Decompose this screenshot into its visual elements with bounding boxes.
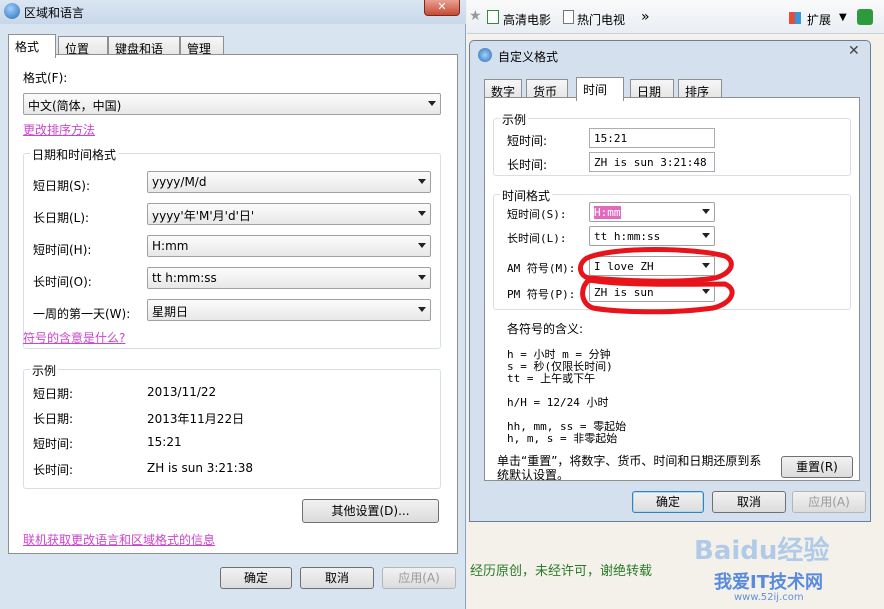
short-date-label: 短日期(S): bbox=[33, 179, 91, 193]
window-title: 区域和语言 bbox=[24, 6, 85, 20]
watermark: Baidu经验 我爱IT技术网 www.52ij.com bbox=[676, 530, 876, 606]
long-time-select[interactable]: tt h:mm:ss bbox=[147, 267, 431, 289]
long-time-label: 长时间(O): bbox=[33, 275, 92, 289]
example-long-time-label: 长时间: bbox=[33, 463, 74, 477]
close-button[interactable]: ✕ bbox=[424, 0, 460, 16]
example-long-time-box: ZH is sun 3:21:48 bbox=[589, 152, 715, 172]
apply-button[interactable]: 应用(A) bbox=[382, 567, 456, 589]
red-highlight-annotation bbox=[578, 247, 735, 315]
chevron-down-icon bbox=[428, 101, 436, 106]
other-settings-button[interactable]: 其他设置(D)... bbox=[302, 499, 439, 523]
format-select[interactable]: 中文(简体，中国) bbox=[23, 93, 441, 115]
dialog-title: 自定义格式 bbox=[498, 50, 559, 64]
ok-button[interactable]: 确定 bbox=[220, 567, 292, 589]
extend-button[interactable]: 扩展 bbox=[807, 11, 831, 28]
footer-copyright-text: 经历原创，未经许可，谢绝转载 bbox=[470, 564, 653, 579]
time-tab-page: 示例 短时间: 15:21 长时间: ZH is sun 3:21:48 时间格… bbox=[484, 97, 860, 482]
short-time-select[interactable]: H:mm bbox=[147, 235, 431, 257]
example-long-time-label: 长时间: bbox=[507, 158, 548, 172]
format-label: 格式(F): bbox=[23, 71, 68, 85]
dropdown-arrow-icon[interactable]: ▼ bbox=[839, 12, 847, 23]
chevron-down-icon bbox=[418, 179, 426, 184]
hot-tv-link[interactable]: 热门电视 bbox=[577, 11, 625, 28]
long-time-field[interactable]: tt h:mm:ss bbox=[589, 226, 715, 246]
chevron-down-icon bbox=[702, 233, 710, 238]
datetime-group-title: 日期和时间格式 bbox=[30, 146, 119, 163]
first-day-label: 一周的第一天(W): bbox=[33, 307, 131, 321]
more-chevron[interactable]: » bbox=[641, 9, 650, 25]
settings-icon bbox=[478, 48, 492, 62]
browser-toolbar: ★ 高清电影 热门电视 » 扩展 ▼ bbox=[467, 0, 884, 34]
tab-format[interactable]: 格式 bbox=[8, 34, 56, 58]
example-short-time-label: 短时间: bbox=[507, 134, 548, 148]
watermark-site: 我爱IT技术网 bbox=[714, 572, 823, 593]
meaning-line-4: h/H = 12/24 小时 bbox=[507, 396, 609, 409]
example-long-date-value: 2013年11月22日 bbox=[147, 412, 245, 426]
example-group-title: 示例 bbox=[30, 362, 59, 379]
change-sort-link[interactable]: 更改排序方法 bbox=[23, 121, 95, 138]
close-icon[interactable]: ✕ bbox=[848, 43, 860, 59]
cancel-button[interactable]: 取消 bbox=[300, 567, 374, 589]
watermark-brand: Baidu经验 bbox=[694, 536, 830, 566]
custom-ok-button[interactable]: 确定 bbox=[632, 491, 704, 513]
short-time-label: 短时间(H): bbox=[33, 243, 92, 257]
region-language-window: 区域和语言 ✕ 格式 位置 键盘和语言 管理 格式(F): 中文(简体，中国) … bbox=[0, 0, 466, 609]
extension-icon[interactable] bbox=[857, 9, 873, 25]
symbols-meaning-link[interactable]: 符号的含意是什么? bbox=[23, 329, 125, 346]
meaning-line-6: h, m, s = 非零起始 bbox=[507, 432, 618, 445]
format-tab-page: 格式(F): 中文(简体，中国) 更改排序方法 日期和时间格式 短日期(S): … bbox=[8, 54, 458, 554]
page-icon bbox=[563, 10, 574, 24]
title-bar: 区域和语言 ✕ bbox=[0, 0, 466, 24]
meaning-title: 各符号的含义: bbox=[507, 322, 584, 336]
chevron-down-icon bbox=[418, 307, 426, 312]
chevron-down-icon bbox=[418, 243, 426, 248]
pm-symbol-label: PM 符号(P): bbox=[507, 288, 576, 301]
short-date-select[interactable]: yyyy/M/d bbox=[147, 171, 431, 193]
time-format-title: 时间格式 bbox=[500, 187, 553, 204]
first-day-select[interactable]: 星期日 bbox=[147, 299, 431, 321]
long-time-field-label: 长时间(L): bbox=[507, 232, 567, 245]
online-info-link[interactable]: 联机获取更改语言和区域格式的信息 bbox=[23, 531, 215, 548]
meaning-line-3: tt = 上午或下午 bbox=[507, 372, 596, 385]
example-short-time-box: 15:21 bbox=[589, 128, 715, 148]
example-short-date-value: 2013/11/22 bbox=[147, 385, 217, 399]
star-icon: ★ bbox=[469, 8, 482, 24]
chevron-down-icon bbox=[702, 209, 710, 214]
globe-icon bbox=[4, 3, 20, 19]
long-date-label: 长日期(L): bbox=[33, 211, 90, 225]
example-short-time-value: 15:21 bbox=[147, 435, 182, 449]
reset-note-line-2: 统默认设置。 bbox=[497, 468, 570, 482]
chevron-down-icon bbox=[418, 275, 426, 280]
custom-cancel-button[interactable]: 取消 bbox=[712, 491, 786, 513]
short-time-field-label: 短时间(S): bbox=[507, 208, 567, 221]
custom-format-dialog: 自定义格式 ✕ 数字 货币 时间 日期 排序 示例 短时间: 15:21 长时间… bbox=[469, 40, 871, 522]
reset-button[interactable]: 重置(R) bbox=[781, 456, 853, 478]
watermark-url: www.52ij.com bbox=[734, 592, 804, 603]
example-short-time-label: 短时间: bbox=[33, 437, 74, 451]
example-long-time-value: ZH is sun 3:21:38 bbox=[147, 461, 253, 475]
custom-tab-strip: 数字 货币 时间 日期 排序 bbox=[484, 77, 860, 101]
long-date-select[interactable]: yyyy'年'M'月'd'日' bbox=[147, 203, 431, 225]
bookmark-icon bbox=[487, 10, 499, 24]
example-long-date-label: 长日期: bbox=[33, 412, 74, 426]
custom-example-title: 示例 bbox=[500, 111, 529, 128]
apps-icon bbox=[789, 12, 801, 24]
chevron-down-icon bbox=[418, 211, 426, 216]
am-symbol-label: AM 符号(M): bbox=[507, 262, 576, 275]
hd-movie-link[interactable]: 高清电影 bbox=[503, 11, 551, 28]
custom-apply-button[interactable]: 应用(A) bbox=[792, 491, 866, 513]
short-time-field[interactable]: H:mm bbox=[589, 202, 715, 222]
example-short-date-label: 短日期: bbox=[33, 387, 74, 401]
tab-time[interactable]: 时间 bbox=[576, 77, 624, 101]
tab-strip: 格式 位置 键盘和语言 管理 bbox=[8, 34, 458, 73]
